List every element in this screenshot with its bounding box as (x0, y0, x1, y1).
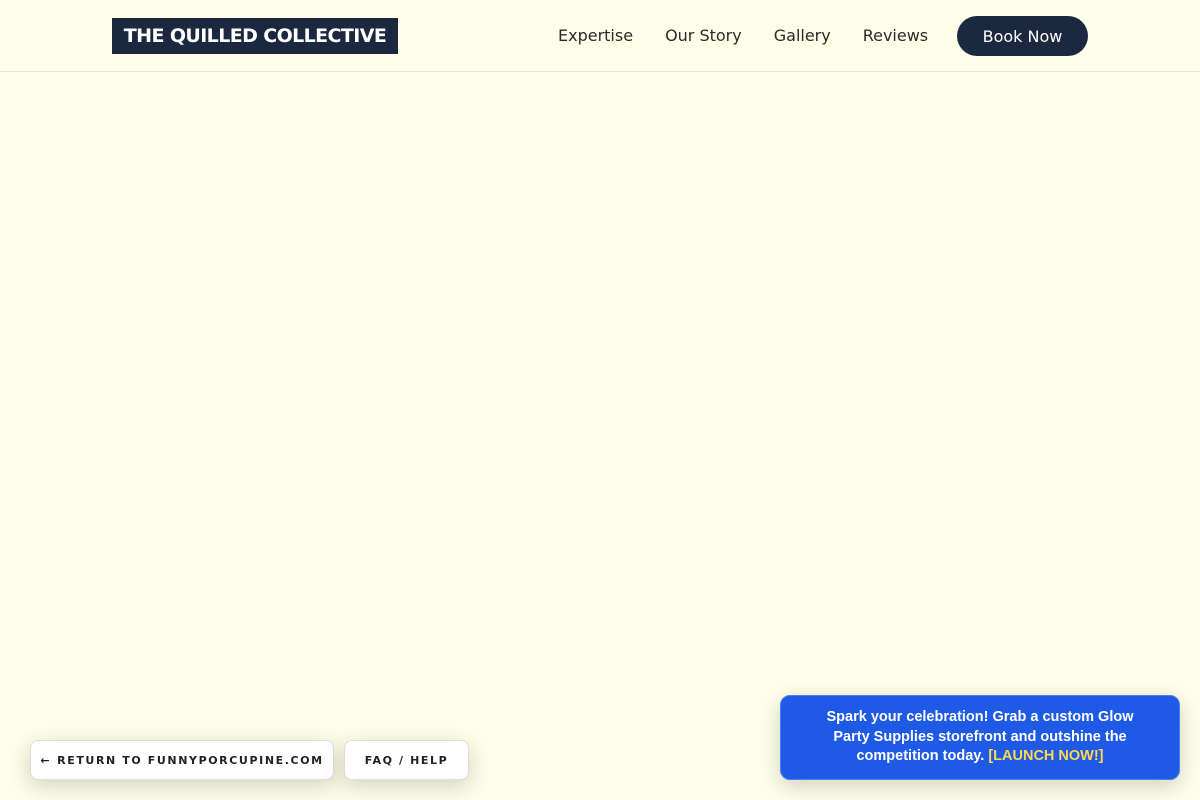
nav-link-expertise[interactable]: Expertise (558, 26, 633, 45)
arrow-left-icon: ← (40, 753, 52, 767)
return-home-button[interactable]: ← RETURN TO FUNNYPORCUPINE.COM (30, 740, 334, 780)
main-nav: Expertise Our Story Gallery Reviews (540, 0, 960, 72)
site-logo[interactable]: THE QUILLED COLLECTIVE (112, 18, 398, 54)
promo-banner: Spark your celebration! Grab a custom Gl… (780, 695, 1180, 780)
faq-help-button[interactable]: FAQ / HELP (344, 740, 469, 780)
nav-link-reviews[interactable]: Reviews (863, 26, 928, 45)
book-now-button[interactable]: Book Now (957, 16, 1088, 56)
promo-launch-link[interactable]: [LAUNCH NOW!] (988, 748, 1103, 764)
nav-link-gallery[interactable]: Gallery (774, 26, 831, 45)
site-header: THE QUILLED COLLECTIVE Expertise Our Sto… (0, 0, 1200, 72)
return-home-label: RETURN TO FUNNYPORCUPINE.COM (57, 753, 324, 767)
nav-link-our-story[interactable]: Our Story (665, 26, 742, 45)
